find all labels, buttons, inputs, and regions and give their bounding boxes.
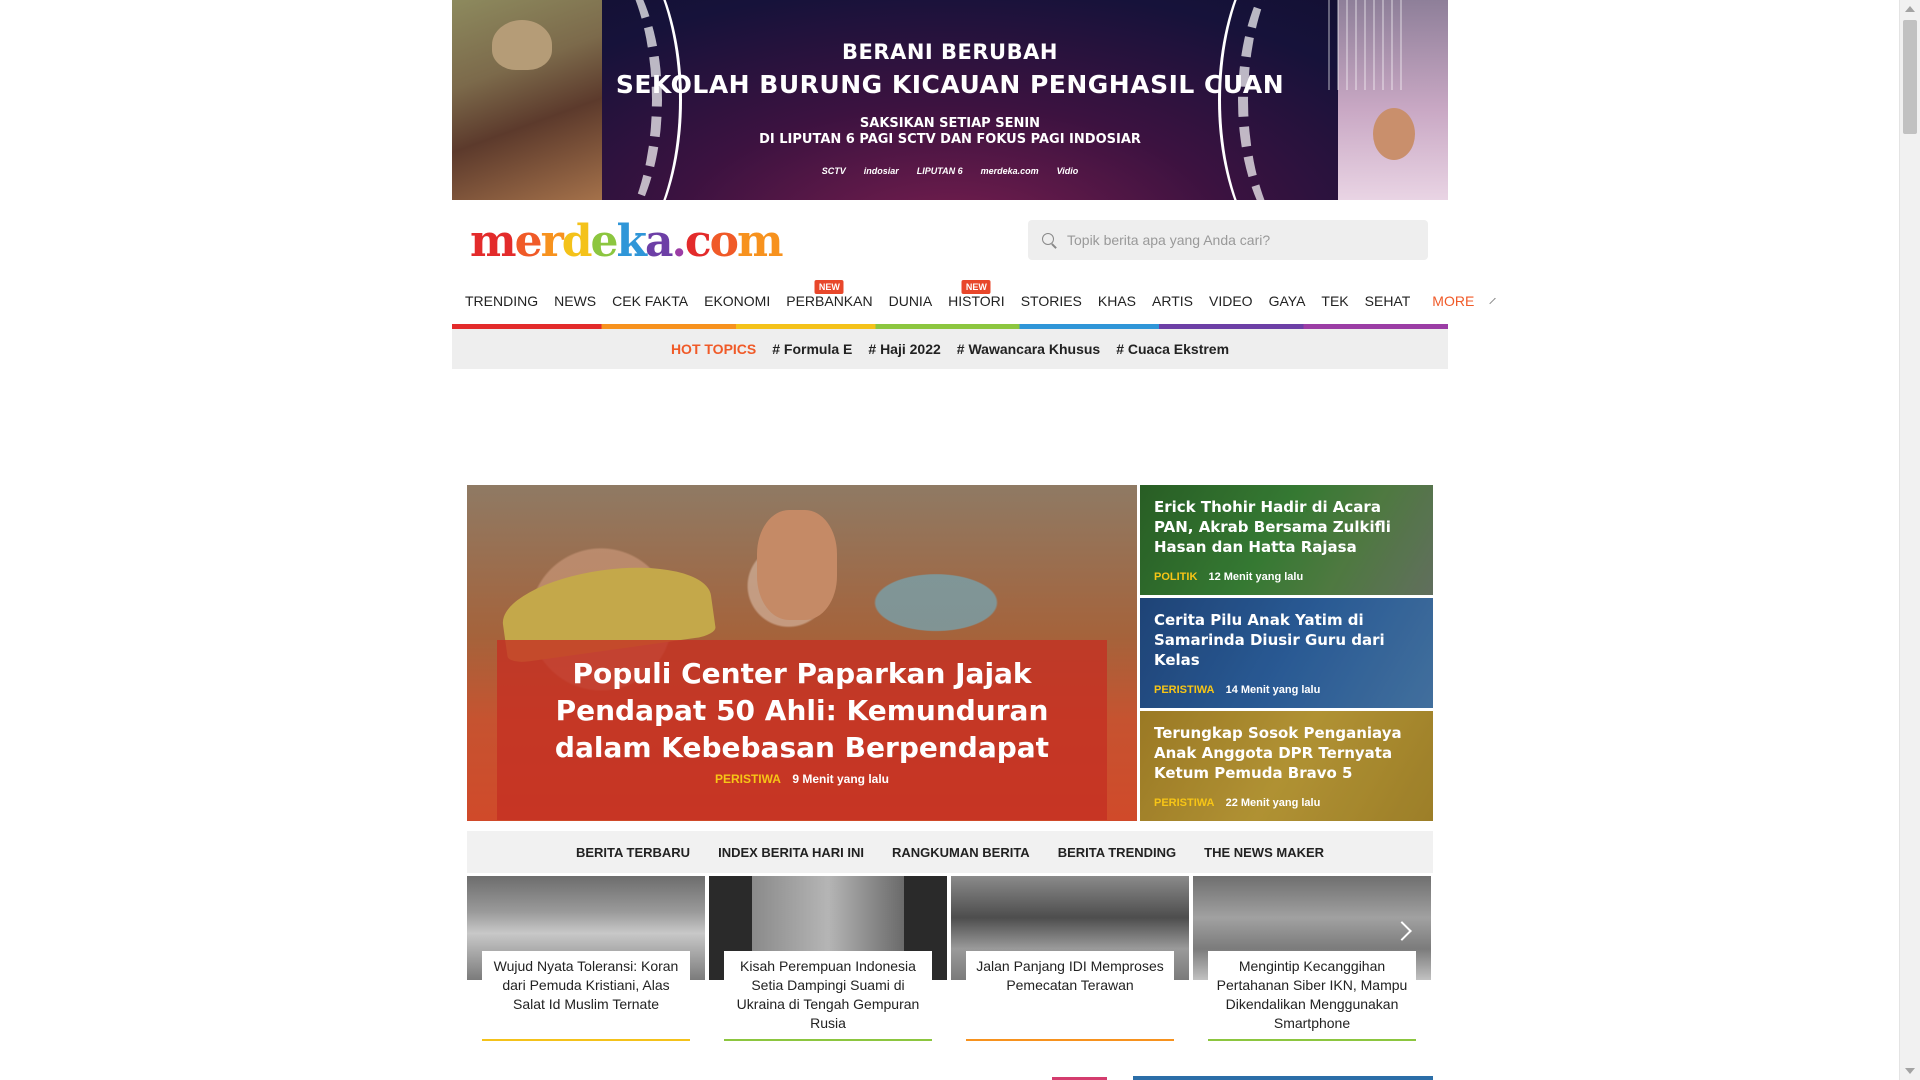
news-card-title[interactable]: Kisah Perempuan Indonesia Setia Dampingi… — [724, 951, 932, 1041]
story-time: 9 Menit yang lalu — [792, 772, 890, 786]
news-card-accent — [482, 1039, 690, 1041]
side-story[interactable]: Terungkap Sosok Penganiaya Anak Anggota … — [1140, 711, 1433, 821]
tab-rangkuman-berita[interactable]: RANGKUMAN BERITA — [892, 845, 1030, 860]
story-category[interactable]: POLITIK — [1154, 571, 1197, 583]
story-time: 12 Menit yang lalu — [1208, 571, 1304, 583]
content-area: Populi Center Paparkan Jajak Pendapat 50… — [452, 0, 1448, 1080]
tab-index-berita[interactable]: INDEX BERITA HARI INI — [718, 845, 864, 860]
main-story[interactable]: Populi Center Paparkan Jajak Pendapat 50… — [467, 485, 1137, 821]
side-story-title[interactable]: Erick Thohir Hadir di Acara PAN, Akrab B… — [1154, 497, 1424, 557]
chevron-right-icon[interactable] — [1489, 297, 1496, 305]
fist-shape — [757, 510, 837, 620]
story-category[interactable]: PERISTIWA — [715, 772, 781, 786]
side-story-meta: PERISTIWA 14 Menit yang lalu — [1154, 684, 1320, 696]
news-card[interactable]: Wujud Nyata Toleransi: Koran dari Pemuda… — [467, 876, 705, 1046]
side-story-title[interactable]: Cerita Pilu Anak Yatim di Samarinda Dius… — [1154, 610, 1424, 670]
page: BERANI BERUBAH SEKOLAH BURUNG KICAUAN PE… — [0, 0, 1920, 1080]
news-section-tabs: BERITA TERBARU INDEX BERITA HARI INI RAN… — [467, 831, 1433, 873]
scroll-up-icon[interactable] — [1905, 6, 1915, 12]
news-card-title[interactable]: Wujud Nyata Toleransi: Koran dari Pemuda… — [482, 951, 690, 1022]
news-card-accent — [966, 1039, 1174, 1041]
headline-block: Populi Center Paparkan Jajak Pendapat 50… — [467, 485, 1433, 821]
tab-news-maker[interactable]: THE NEWS MAKER — [1204, 845, 1324, 860]
side-story-title[interactable]: Terungkap Sosok Penganiaya Anak Anggota … — [1154, 723, 1424, 783]
news-card[interactable]: Jalan Panjang IDI Memproses Pemecatan Te… — [951, 876, 1189, 1046]
news-card-accent — [724, 1039, 932, 1041]
news-card[interactable]: Kisah Perempuan Indonesia Setia Dampingi… — [709, 876, 947, 1046]
story-category[interactable]: PERISTIWA — [1154, 684, 1215, 696]
side-story[interactable]: Erick Thohir Hadir di Acara PAN, Akrab B… — [1140, 485, 1433, 595]
page-scrollbar[interactable] — [1899, 0, 1920, 1080]
main-story-title[interactable]: Populi Center Paparkan Jajak Pendapat 50… — [507, 655, 1097, 766]
news-card-title[interactable]: Jalan Panjang IDI Memproses Pemecatan Te… — [966, 951, 1174, 1003]
next-section-banner — [1133, 1076, 1433, 1080]
tab-berita-terbaru[interactable]: BERITA TERBARU — [576, 845, 690, 860]
story-time: 22 Menit yang lalu — [1225, 797, 1321, 809]
side-story[interactable]: Cerita Pilu Anak Yatim di Samarinda Dius… — [1140, 598, 1433, 708]
side-story-meta: POLITIK 12 Menit yang lalu — [1154, 571, 1303, 583]
news-card-row: Wujud Nyata Toleransi: Koran dari Pemuda… — [467, 876, 1433, 1046]
side-story-meta: PERISTIWA 22 Menit yang lalu — [1154, 797, 1320, 809]
scroll-down-icon[interactable] — [1905, 1068, 1915, 1074]
side-stories: Erick Thohir Hadir di Acara PAN, Akrab B… — [1140, 485, 1433, 821]
story-category[interactable]: PERISTIWA — [1154, 797, 1215, 809]
tab-berita-trending[interactable]: BERITA TRENDING — [1058, 845, 1176, 860]
news-card[interactable]: Mengintip Kecanggihan Pertahanan Siber I… — [1193, 876, 1431, 1046]
news-card-accent — [1208, 1039, 1416, 1041]
news-card-title[interactable]: Mengintip Kecanggihan Pertahanan Siber I… — [1208, 951, 1416, 1041]
story-time: 14 Menit yang lalu — [1225, 684, 1321, 696]
main-story-meta: PERISTIWA 9 Menit yang lalu — [467, 772, 1137, 786]
scrollbar-thumb[interactable] — [1903, 20, 1917, 134]
